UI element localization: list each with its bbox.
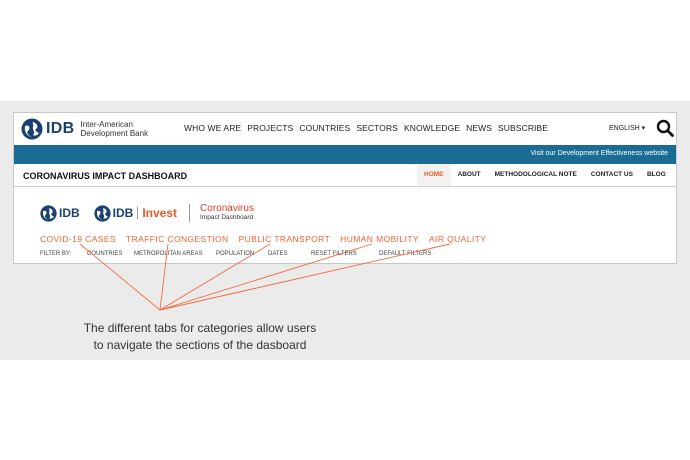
nav-who-we-are[interactable]: WHO WE ARE <box>184 123 241 133</box>
logo-text: IDB <box>46 120 75 137</box>
tab-public-transport[interactable]: PUBLIC TRANSPORT <box>239 234 331 244</box>
annotation-caption: The different tabs for categories allow … <box>40 320 360 354</box>
search-icon[interactable] <box>656 119 674 137</box>
filter-label: FILTER BY: <box>40 251 72 257</box>
coronavirus-dashboard-logo: Coronavirus Impact Dashboard <box>200 204 254 222</box>
tab-covid-19-cases[interactable]: COVID-19 CASES <box>40 234 116 244</box>
filter-reset[interactable]: RESET FILTERS <box>311 251 357 257</box>
filter-dates[interactable]: DATES <box>268 251 288 257</box>
caption-line-2: to navigate the sections of the dasboard <box>93 338 307 352</box>
tab-human-mobility[interactable]: HUMAN MOBILITY <box>340 234 419 244</box>
nav-knowledge[interactable]: KNOWLEDGE <box>404 123 460 133</box>
subnav-home[interactable]: HOME <box>417 164 451 186</box>
dashboard-subnav: HOME ABOUT METHODOLOGICAL NOTE CONTACT U… <box>417 164 673 186</box>
nav-countries[interactable]: COUNTRIES <box>299 123 350 133</box>
filter-default[interactable]: DEFAULT FILTERS <box>379 251 431 257</box>
filter-countries[interactable]: COUNTRIES <box>87 251 122 257</box>
idb-invest-idb-text: IDB <box>112 206 134 220</box>
main-menu: WHO WE ARE PROJECTS COUNTRIES SECTORS KN… <box>184 123 548 133</box>
subnav-contact-us[interactable]: CONTACT US <box>584 164 640 186</box>
page-title: CORONAVIRUS IMPACT DASHBOARD <box>23 171 188 181</box>
category-tabs: COVID-19 CASES TRAFFIC CONGESTION PUBLIC… <box>40 234 486 244</box>
development-effectiveness-link[interactable]: Visit our Development Effectiveness webs… <box>531 150 668 157</box>
invest-divider <box>137 207 139 219</box>
dashboard-header: CORONAVIRUS IMPACT DASHBOARD HOME ABOUT … <box>14 164 676 187</box>
globe-logo-icon <box>21 118 43 140</box>
subnav-methodological-note[interactable]: METHODOLOGICAL NOTE <box>488 164 584 186</box>
coronavirus-title: Coronavirus <box>200 203 254 214</box>
filter-population[interactable]: POPULATION <box>216 251 254 257</box>
impact-dashboard-subtitle: Impact Dashboard <box>200 214 254 221</box>
idb-invest-globe-icon <box>94 204 111 222</box>
tab-air-quality[interactable]: AIR QUALITY <box>429 234 486 244</box>
brand-separator <box>189 204 191 222</box>
nav-news[interactable]: NEWS <box>466 123 492 133</box>
caption-line-1: The different tabs for categories allow … <box>83 321 317 335</box>
info-bar: Visit our Development Effectiveness webs… <box>14 145 676 164</box>
idb-globe-icon <box>40 204 57 222</box>
idb-brand-text: IDB <box>59 206 80 220</box>
logo-subtitle: Inter-American Development Bank <box>80 120 149 138</box>
tab-traffic-congestion[interactable]: TRAFFIC CONGESTION <box>126 234 229 244</box>
nav-sectors[interactable]: SECTORS <box>356 123 398 133</box>
brand-row: IDB IDB Invest Coronavirus Impact Dashbo… <box>40 204 254 222</box>
filter-metropolitan-areas[interactable]: METROPOLITAN AREAS <box>134 251 203 257</box>
idb-logo[interactable]: IDB Inter-American Development Bank <box>21 118 170 140</box>
top-navigation: IDB Inter-American Development Bank WHO … <box>14 113 676 145</box>
nav-projects[interactable]: PROJECTS <box>247 123 293 133</box>
nav-subscribe[interactable]: SUBSCRIBE <box>498 123 548 133</box>
subnav-blog[interactable]: BLOG <box>640 164 673 186</box>
subnav-about[interactable]: ABOUT <box>451 164 488 186</box>
language-selector[interactable]: ENGLISH ▾ <box>609 124 645 132</box>
invest-brand-text: Invest <box>142 206 178 220</box>
